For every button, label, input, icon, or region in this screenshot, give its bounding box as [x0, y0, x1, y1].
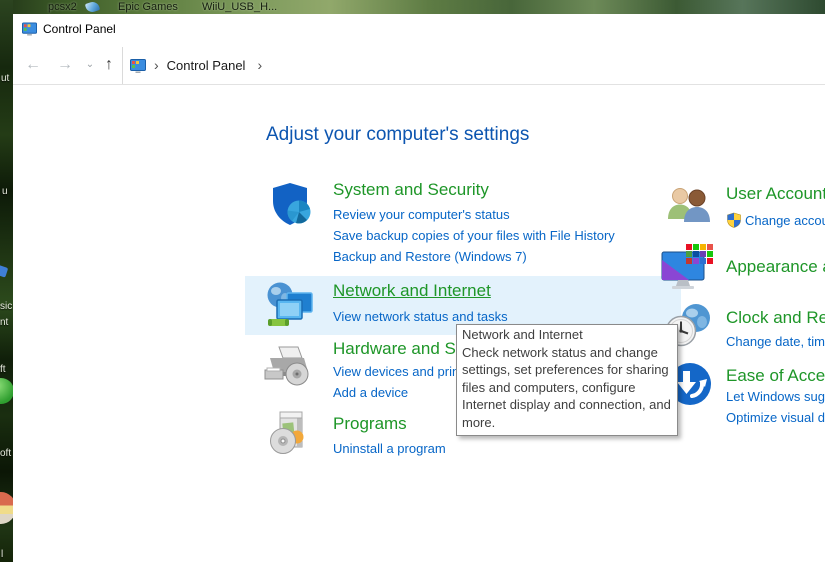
link-change-account-type-row[interactable]: Change account type [726, 212, 825, 228]
desktop-text-fragment: ut [1, 73, 9, 84]
desktop-text-fragment: l [1, 549, 3, 560]
tooltip-body: Check network status and change settings… [462, 344, 672, 432]
link-add-a-device[interactable]: Add a device [333, 385, 408, 400]
link-backup-and-restore[interactable]: Backup and Restore (Windows 7) [333, 249, 527, 264]
program-box-disc-icon[interactable] [266, 409, 314, 459]
desktop-icon-label-wiiu-usb[interactable]: WiiU_USB_H... [202, 1, 277, 13]
category-ease-of-access[interactable]: Ease of Access [726, 366, 825, 386]
link-review-computer-status[interactable]: Review your computer's status [333, 207, 510, 222]
category-clock-and-region[interactable]: Clock and Region [726, 308, 825, 328]
desktop-icon-fragment [0, 492, 13, 524]
desktop-wallpaper-top-strip: ll~ pcsx2 Epic Games WiiU_USB_H... [0, 0, 825, 14]
category-user-accounts[interactable]: User Accounts [726, 184, 825, 204]
link-view-network-status[interactable]: View network status and tasks [333, 309, 508, 324]
desktop-feather-icon [85, 0, 100, 14]
display-personalization-icon[interactable] [661, 244, 719, 298]
page-title: Adjust your computer's settings [266, 124, 529, 146]
link-change-date-time[interactable]: Change date, time, or number formats [726, 334, 825, 349]
desktop-icon-label-epic-games[interactable]: Epic Games [118, 1, 178, 13]
desktop-text-fragment: u [2, 186, 8, 197]
desktop-text-fragment: ft [0, 364, 6, 375]
tooltip-title: Network and Internet [462, 327, 583, 342]
category-system-and-security[interactable]: System and Security [333, 180, 489, 200]
desktop-text-fragment: oft [0, 448, 11, 459]
desktop-icon-fragment [0, 378, 13, 404]
desktop-icon-label-pcsx2[interactable]: pcsx2 [48, 1, 77, 13]
link-optimize-visual-display[interactable]: Optimize visual display [726, 410, 825, 425]
category-appearance-and-personalization[interactable]: Appearance and Personalization [726, 257, 825, 277]
link-let-windows-suggest[interactable]: Let Windows suggest settings [726, 389, 825, 404]
desktop-icon-fragment [0, 264, 8, 277]
desktop-wallpaper-left-strip: ut u sic nt ft oft l [0, 0, 13, 562]
printer-icon[interactable] [262, 345, 314, 393]
desktop-text-fragment: nt [0, 317, 8, 328]
security-shield-icon[interactable] [266, 180, 314, 228]
link-uninstall-a-program[interactable]: Uninstall a program [333, 441, 446, 456]
user-accounts-icon[interactable] [664, 183, 716, 233]
category-network-and-internet[interactable]: Network and Internet [333, 281, 491, 301]
control-panel-home: Adjust your computer's settings System a… [13, 14, 825, 562]
network-and-internet-tooltip: Network and Internet Check network statu… [456, 324, 678, 436]
category-programs[interactable]: Programs [333, 414, 407, 434]
desktop-text-fragment: sic [0, 301, 12, 312]
control-panel-window: Control Panel ← → ⌄ ↑ › Control Panel › … [13, 14, 825, 562]
network-globe-monitors-icon[interactable] [265, 281, 315, 329]
link-change-account-type[interactable]: Change account type [745, 213, 825, 228]
uac-shield-icon [726, 212, 742, 228]
link-file-history-backup[interactable]: Save backup copies of your files with Fi… [333, 228, 615, 243]
